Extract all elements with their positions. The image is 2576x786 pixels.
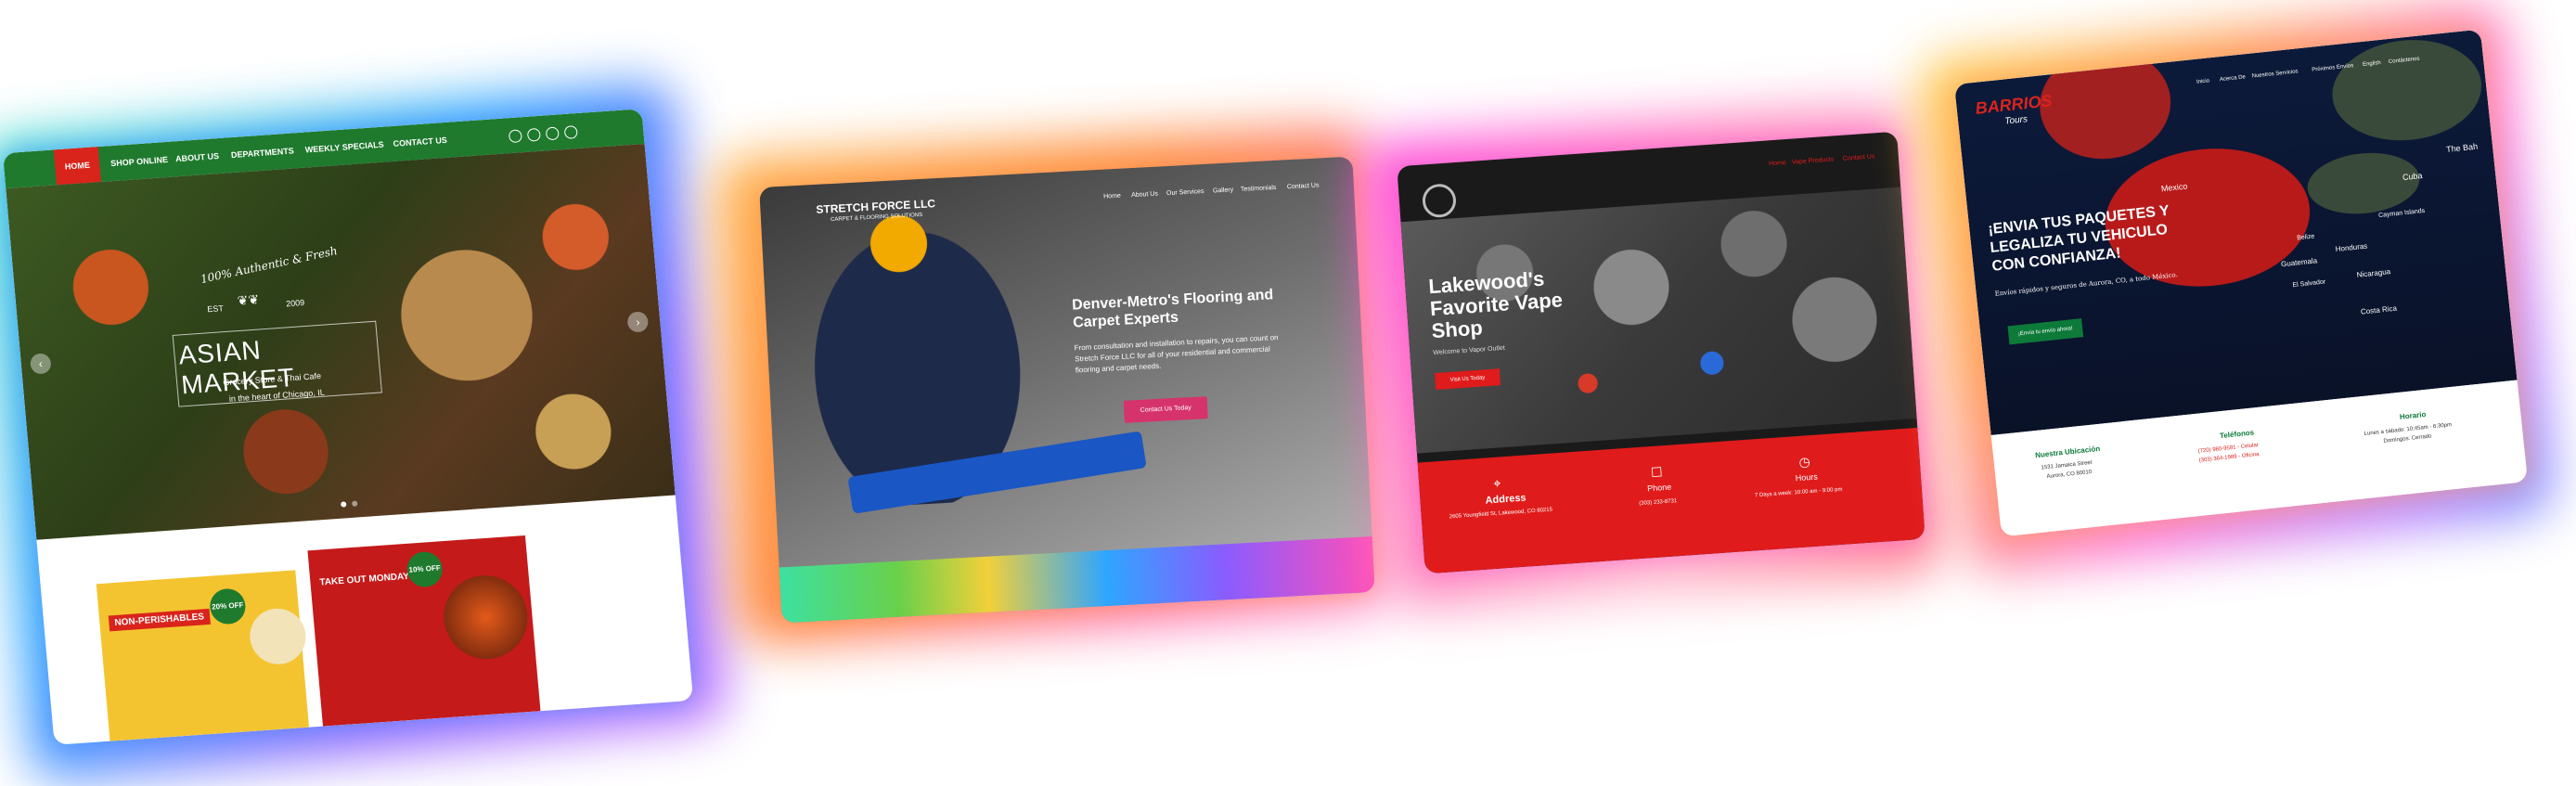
contact-us-button[interactable]: Contact Us Today (1123, 396, 1208, 423)
est-label: EST (206, 303, 225, 315)
hours-title: Horario (2399, 409, 2427, 421)
barrios-nav-proximos[interactable]: Próximos Envíos (2312, 63, 2353, 73)
hours-label: Hours (1795, 471, 1819, 483)
map-label-nicaragua: Nicaragua (2356, 267, 2391, 279)
asian-nav-shop[interactable]: SHOP ONLINE (110, 155, 169, 168)
vape-headline: Lakewood's Favorite Vape Shop (1427, 266, 1564, 343)
location-title: Nuestra Ubicación (2034, 444, 2101, 460)
slider-dot[interactable] (351, 500, 358, 507)
slider-next-icon[interactable]: › (626, 311, 650, 333)
asian-nav-home[interactable]: HOME (53, 147, 101, 186)
map-label-bahamas: The Bah (2445, 141, 2479, 155)
barrios-logo[interactable]: BARRIOS (1975, 91, 2054, 119)
promo1-badge: 20% OFF (208, 587, 247, 625)
hours-line1: Lunes a sábado: 10:45am - 6:30pm (2363, 422, 2453, 437)
barrios-nav-contactenos[interactable]: Contáctenos (2389, 57, 2420, 65)
barrios-logo-sub: Tours (2003, 114, 2029, 127)
est-year: 2009 (285, 297, 305, 309)
barrios-nav-inicio[interactable]: Inicio (2196, 78, 2210, 84)
location-pin-icon: ⌖ (1492, 475, 1501, 491)
vape-logo-icon[interactable] (1421, 183, 1458, 219)
instagram-icon[interactable] (545, 126, 560, 141)
leaf-icon: ❦❦ (236, 291, 260, 308)
twitter-icon[interactable] (526, 127, 541, 142)
stretch-nav-testimonials[interactable]: Testimonials (1241, 185, 1277, 193)
map-label-el-salvador: El Salvador (2292, 278, 2326, 290)
hours-line2: Domingos: Cerrado (2383, 433, 2432, 445)
vape-shop-site-screenshot[interactable]: Home Vape Products Contact Us Lakewood's… (1397, 131, 1926, 574)
address-value: 2605 Youngfield St, Lakewood, CO 80215 (1449, 507, 1553, 521)
promo2-badge: 10% OFF (406, 550, 444, 588)
phones-title: Teléfonos (2219, 428, 2255, 441)
phone-value[interactable]: (303) 233-8731 (1639, 498, 1677, 507)
stretch-nav-contact[interactable]: Contact Us (1287, 182, 1320, 190)
barrios-nav-acerca[interactable]: Acerca De (2220, 74, 2246, 83)
asian-hero-image: 100% Authentic & Fresh EST ❦❦ 2009 ASIAN… (6, 144, 676, 540)
phone-icon: ☐ (1650, 464, 1664, 481)
stretch-body: From consultation and installation to re… (1074, 333, 1279, 375)
email-icon[interactable] (563, 125, 578, 139)
map-label-cuba: Cuba (2402, 170, 2423, 183)
barrios-headline: ¡ENVIA TUS PAQUETES Y LEGALIZA TU VEHICU… (1987, 202, 2170, 275)
phone-label: Phone (1646, 482, 1672, 494)
asian-nav-contact[interactable]: CONTACT US (393, 135, 447, 148)
barrios-nav-servicios[interactable]: Nuestros Servicios (2251, 69, 2298, 79)
phones-line2[interactable]: (303) 364-1989 - Oficina (2198, 452, 2259, 464)
promo-take-out-mondays[interactable]: TAKE OUT MONDAYS 10% OFF (307, 535, 541, 727)
clock-icon: ◷ (1798, 454, 1811, 470)
vape-nav-home[interactable]: Home (1769, 160, 1786, 167)
barrios-nav-english[interactable]: English (2363, 60, 2381, 68)
asian-nav-weekly[interactable]: WEEKLY SPECIALS (304, 140, 384, 155)
slider-prev-icon[interactable]: ‹ (29, 353, 52, 375)
map-label-honduras: Honduras (2335, 241, 2368, 254)
stretch-nav-services[interactable]: Our Services (1166, 188, 1204, 197)
asian-nav-about[interactable]: ABOUT US (175, 151, 220, 163)
stretch-headline: Denver-Metro's Flooring and Carpet Exper… (1071, 287, 1274, 331)
promo2-label: TAKE OUT MONDAYS (319, 571, 417, 588)
map-label-cayman: Cayman Islands (2377, 207, 2426, 220)
map-image: BARRIOS Tours Inicio Acerca De Nuestros … (1953, 29, 2518, 436)
asian-market-site-screenshot[interactable]: HOME SHOP ONLINE ABOUT US DEPARTMENTS WE… (2, 109, 694, 745)
map-label-guatemala: Guatemala (2280, 256, 2318, 269)
facebook-icon[interactable] (508, 129, 522, 144)
map-label-mexico: Mexico (2160, 181, 2188, 194)
soup-bowl-image (440, 573, 532, 663)
vape-nav-products[interactable]: Vape Products (1792, 157, 1835, 166)
stretch-force-site-screenshot[interactable]: STRETCH FORCE LLC CARPET & FLOORING SOLU… (759, 156, 1375, 624)
vape-nav-contact[interactable]: Contact Us (1843, 153, 1875, 161)
promo-non-perishables[interactable]: NON-PERISHABLES 20% OFF (96, 570, 310, 741)
stretch-nav-home[interactable]: Home (1103, 193, 1121, 200)
map-label-costa-rica: Costa Rica (2360, 303, 2398, 316)
authentic-fresh-badge: 100% Authentic & Fresh (199, 244, 339, 287)
location-line2: Aurora, CO 80010 (2046, 469, 2093, 481)
map-label-belize: Belize (2296, 233, 2315, 242)
slider-dot[interactable] (341, 501, 347, 508)
stretch-nav-gallery[interactable]: Gallery (1213, 187, 1234, 194)
asian-nav-departments[interactable]: DEPARTMENTS (231, 146, 295, 160)
address-label: Address (1485, 492, 1527, 507)
stretch-nav-about[interactable]: About Us (1131, 191, 1158, 199)
send-now-button[interactable]: ¡Envía tu envío ahora! (2007, 318, 2084, 345)
dumpling-image (247, 606, 308, 666)
barrios-tours-site-screenshot[interactable]: BARRIOS Tours Inicio Acerca De Nuestros … (1953, 29, 2529, 537)
hours-value: 7 Days a week: 10:00 am - 9:00 pm (1754, 486, 1843, 499)
promo1-label: NON-PERISHABLES (108, 608, 211, 632)
